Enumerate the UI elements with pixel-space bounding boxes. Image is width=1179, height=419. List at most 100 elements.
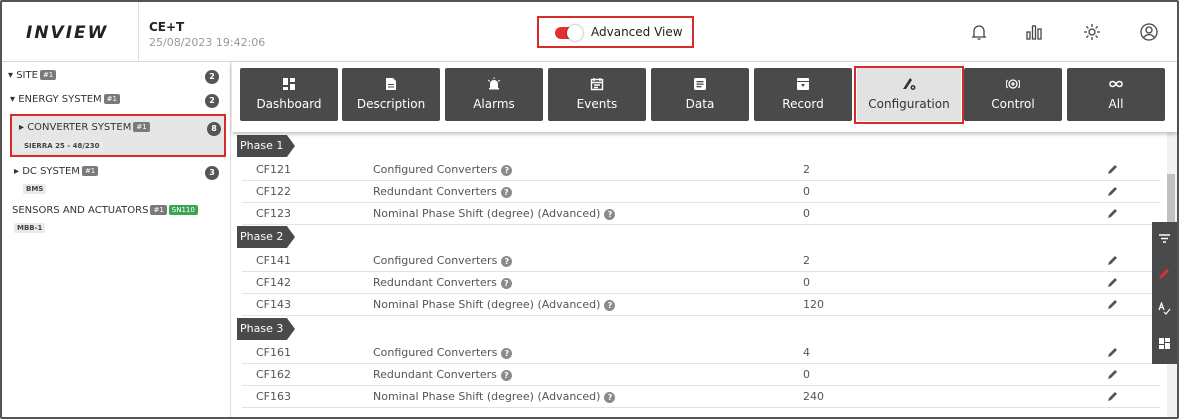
help-icon[interactable]: ? (604, 392, 616, 403)
param-name-group: Redundant Converters? (373, 185, 512, 198)
param-name-group: Configured Converters? (373, 163, 513, 176)
user-icon[interactable] (1139, 22, 1161, 44)
help-icon[interactable]: ? (500, 278, 512, 289)
data-button[interactable]: Data (651, 68, 749, 121)
tree-item-converter-system[interactable]: ▸ CONVERTER SYSTEM #1 SIERRA 25 - 48/230 … (10, 114, 226, 157)
param-value: 0 (803, 185, 810, 198)
infinity-icon (1109, 80, 1123, 88)
dashboard-button[interactable]: Dashboard (240, 68, 338, 121)
table-row: CF123 Nominal Phase Shift (degree) (Adva… (242, 203, 1160, 225)
pencil-icon[interactable] (1107, 346, 1119, 358)
control-button[interactable]: Control (964, 68, 1062, 121)
pencil-icon[interactable] (1107, 185, 1119, 197)
bar-chart-icon[interactable] (1024, 22, 1046, 44)
table-row: CF122 Redundant Converters? 0 (242, 181, 1160, 203)
tree-item-site[interactable]: ▾ SITE #1 (8, 70, 57, 81)
pencil-icon[interactable] (1107, 276, 1119, 288)
param-name: Redundant Converters (373, 185, 497, 198)
data-label: Data (685, 97, 715, 111)
site-count-badge: 2 (205, 70, 219, 84)
param-name: Nominal Phase Shift (degree) (Advanced) (373, 390, 601, 403)
pencil-icon[interactable] (1107, 207, 1119, 219)
converter-system-count-badge: 8 (207, 122, 221, 136)
help-icon[interactable]: ? (500, 370, 512, 381)
toggle-knob (567, 25, 583, 41)
energy-system-tag: #1 (103, 94, 120, 104)
pencil-icon[interactable] (1107, 254, 1119, 266)
alarms-button[interactable]: Alarms (445, 68, 543, 121)
sensors-sub: MBB-1 (14, 223, 46, 233)
table-row: CF163 Nominal Phase Shift (degree) (Adva… (242, 386, 1160, 408)
advanced-view-label: Advanced View (591, 25, 683, 39)
pencil-icon[interactable] (1107, 368, 1119, 380)
edit-button[interactable] (1152, 257, 1177, 292)
dashboard-icon (283, 78, 295, 90)
param-name: Configured Converters (373, 346, 498, 359)
help-icon[interactable]: ? (604, 209, 616, 220)
sensors-serial-tag: SN110 (168, 205, 198, 215)
spellcheck-button[interactable] (1152, 292, 1177, 327)
pencil-icon[interactable] (1107, 390, 1119, 402)
events-label: Events (576, 97, 618, 111)
device-timestamp: 25/08/2023 19:42:06 (149, 36, 266, 49)
param-name: Redundant Converters (373, 368, 497, 381)
grid-button[interactable] (1152, 327, 1177, 362)
param-name: Redundant Converters (373, 276, 497, 289)
all-label: All (1108, 97, 1124, 111)
tree-item-dc-system[interactable]: ▸ DC SYSTEM #1 (14, 166, 99, 177)
dc-system-count-badge: 3 (205, 166, 219, 180)
energy-system-label: ENERGY SYSTEM (18, 94, 102, 105)
param-value: 120 (803, 298, 824, 311)
sensors-tag: #1 (150, 205, 167, 215)
param-value: 0 (803, 207, 810, 220)
description-button[interactable]: Description (342, 68, 440, 121)
help-icon[interactable]: ? (500, 187, 512, 198)
gear-icon[interactable] (1082, 22, 1104, 44)
param-code: CF121 (256, 163, 292, 176)
advanced-view-toggle-group[interactable]: Advanced View (537, 16, 694, 48)
tree-item-energy-system[interactable]: ▾ ENERGY SYSTEM #1 (10, 94, 120, 105)
configuration-button[interactable]: Configuration (857, 68, 961, 121)
document-icon (386, 78, 396, 90)
sensors-label: SENSORS AND ACTUATORS (12, 205, 149, 216)
param-value: 2 (803, 163, 810, 176)
bell-icon[interactable] (969, 22, 991, 44)
param-code: CF123 (256, 207, 292, 220)
param-code: CF143 (256, 298, 292, 311)
advanced-view-toggle[interactable] (555, 25, 583, 41)
all-button[interactable]: All (1067, 68, 1165, 121)
converter-system-tag: #1 (133, 122, 150, 132)
help-icon[interactable]: ? (501, 256, 513, 267)
dc-system-sub: BMS (23, 184, 47, 194)
configuration-icon (903, 78, 916, 90)
param-code: CF162 (256, 368, 292, 381)
table-row: CF142 Redundant Converters? 0 (242, 272, 1160, 294)
record-button[interactable]: Record (754, 68, 852, 121)
param-name-group: Redundant Converters? (373, 368, 512, 381)
param-name: Nominal Phase Shift (degree) (Advanced) (373, 207, 601, 220)
phase-3-label: Phase 3 (237, 318, 295, 340)
tree-item-sensors-actuators[interactable]: SENSORS AND ACTUATORS #1 SN110 (12, 205, 198, 216)
calendar-icon (590, 78, 604, 91)
converter-system-label: CONVERTER SYSTEM (27, 122, 132, 133)
converter-system-model: SIERRA 25 - 48/230 (21, 141, 103, 151)
pencil-icon[interactable] (1107, 163, 1119, 175)
param-value: 4 (803, 346, 810, 359)
help-icon[interactable]: ? (501, 165, 513, 176)
table-row: CF143 Nominal Phase Shift (degree) (Adva… (242, 294, 1160, 316)
help-icon[interactable]: ? (604, 300, 616, 311)
table-row: CF162 Redundant Converters? 0 (242, 364, 1160, 386)
help-icon[interactable]: ? (501, 348, 513, 359)
alarm-icon (487, 77, 501, 90)
inview-logo: INVIEW (26, 23, 109, 43)
configuration-panel: Phase 1 CF121 Configured Converters? 2 C… (232, 132, 1167, 417)
table-row: CF121 Configured Converters? 2 (242, 159, 1160, 181)
filter-button[interactable] (1152, 222, 1177, 257)
param-name: Configured Converters (373, 254, 498, 267)
param-value: 2 (803, 254, 810, 267)
param-name: Configured Converters (373, 163, 498, 176)
pencil-icon[interactable] (1107, 298, 1119, 310)
param-name-group: Nominal Phase Shift (degree) (Advanced)? (373, 390, 616, 403)
events-button[interactable]: Events (548, 68, 646, 121)
param-code: CF122 (256, 185, 292, 198)
